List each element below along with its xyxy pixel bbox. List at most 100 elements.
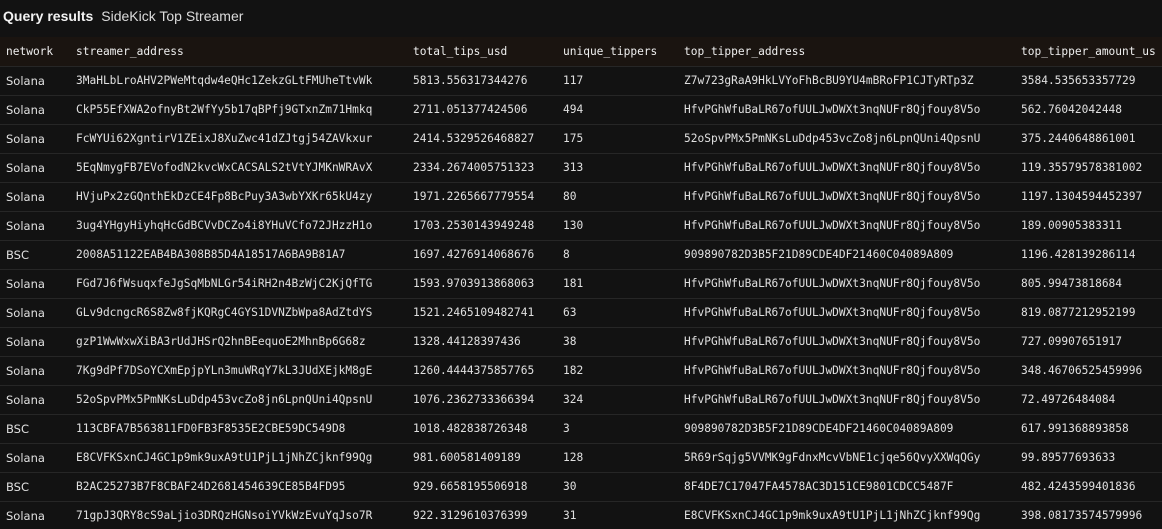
unique-tippers-cell: 38 bbox=[563, 335, 577, 348]
table-row[interactable]: BSC 113CBFA7B563811FD0FB3F8535E2CBE59DC54… bbox=[0, 414, 1162, 443]
network-cell: Solana bbox=[6, 334, 45, 349]
unique-tippers-cell: 117 bbox=[563, 74, 584, 87]
network-cell: Solana bbox=[6, 392, 45, 407]
top-tipper-address-cell: 909890782D3B5F21D89CDE4DF21460C04089A809 bbox=[684, 422, 954, 435]
top-tipper-address-cell: HfvPGhWfuBaLR67ofUULJwDWXt3nqNUFr8Qjfouy… bbox=[684, 219, 981, 232]
network-cell: Solana bbox=[6, 102, 45, 117]
top-tipper-amount-cell: 482.4243599401836 bbox=[1021, 480, 1136, 493]
total-tips-cell: 1018.482838726348 bbox=[413, 422, 528, 435]
top-tipper-address-cell: HfvPGhWfuBaLR67ofUULJwDWXt3nqNUFr8Qjfouy… bbox=[684, 393, 981, 406]
results-table-container[interactable]: network streamer_address total_tips_usd … bbox=[0, 37, 1162, 529]
total-tips-cell: 2334.2674005751323 bbox=[413, 161, 535, 174]
network-cell: Solana bbox=[6, 189, 45, 204]
column-header-unique-tippers[interactable]: unique_tippers bbox=[557, 37, 678, 67]
column-header-network[interactable]: network bbox=[0, 37, 70, 67]
total-tips-cell: 1593.9703913868063 bbox=[413, 277, 535, 290]
total-tips-cell: 981.600581409189 bbox=[413, 451, 521, 464]
top-tipper-address-cell: 8F4DE7C17047FA4578AC3D151CE9801CDCC5487F bbox=[684, 480, 954, 493]
top-tipper-amount-cell: 3584.535653357729 bbox=[1021, 74, 1136, 87]
network-cell: BSC bbox=[6, 421, 30, 436]
unique-tippers-cell: 175 bbox=[563, 132, 584, 145]
unique-tippers-cell: 80 bbox=[563, 190, 577, 203]
unique-tippers-cell: 182 bbox=[563, 364, 584, 377]
streamer-address-cell: gzP1WwWxwXiBA3rUdJHSrQ2hnBEequoE2MhnBp6G… bbox=[76, 335, 366, 348]
top-tipper-amount-cell: 727.09907651917 bbox=[1021, 335, 1123, 348]
top-tipper-amount-cell: 398.08173574579996 bbox=[1021, 509, 1143, 522]
total-tips-cell: 2414.5329526468827 bbox=[413, 132, 535, 145]
network-cell: BSC bbox=[6, 479, 30, 494]
total-tips-cell: 1076.2362733366394 bbox=[413, 393, 535, 406]
network-cell: Solana bbox=[6, 276, 45, 291]
total-tips-cell: 1328.44128397436 bbox=[413, 335, 521, 348]
streamer-address-cell: 7Kg9dPf7DSoYCXmEpjpYLn3muWRqY7kL3JUdXEjk… bbox=[76, 364, 373, 377]
total-tips-cell: 929.6658195506918 bbox=[413, 480, 528, 493]
table-row[interactable]: Solana FGd7J6fWsuqxfeJgSqMbNLGr54iRH2n4Bz… bbox=[0, 269, 1162, 298]
top-tipper-address-cell: Z7w723gRaA9HkLVYoFhBcBU9YU4mBRoFP1CJTyRT… bbox=[684, 74, 974, 87]
table-row[interactable]: Solana GLv9dcngcR6S8Zw8fjKQRgC4GYS1DVNZbW… bbox=[0, 298, 1162, 327]
top-tipper-amount-cell: 99.89577693633 bbox=[1021, 451, 1116, 464]
results-header: Query results SideKick Top Streamer bbox=[0, 0, 1162, 32]
unique-tippers-cell: 3 bbox=[563, 422, 570, 435]
table-row[interactable]: Solana gzP1WwWxwXiBA3rUdJHSrQ2hnBEequoE2M… bbox=[0, 327, 1162, 356]
column-header-top-tipper-amount[interactable]: top_tipper_amount_us bbox=[1015, 37, 1162, 67]
table-row[interactable]: Solana 3ug4YHgyHiyhqHcGdBCVvDCZo4i8YHuVCf… bbox=[0, 211, 1162, 240]
network-cell: Solana bbox=[6, 305, 45, 320]
top-tipper-address-cell: E8CVFKSxnCJ4GC1p9mk9uxA9tU1PjL1jNhZCjknf… bbox=[684, 509, 981, 522]
unique-tippers-cell: 8 bbox=[563, 248, 570, 261]
network-cell: Solana bbox=[6, 508, 45, 523]
streamer-address-cell: E8CVFKSxnCJ4GC1p9mk9uxA9tU1PjL1jNhZCjknf… bbox=[76, 451, 373, 464]
total-tips-cell: 5813.556317344276 bbox=[413, 74, 528, 87]
network-cell: Solana bbox=[6, 160, 45, 175]
table-row[interactable]: Solana 52oSpvPMx5PmNKsLuDdp453vcZo8jn6Lpn… bbox=[0, 385, 1162, 414]
unique-tippers-cell: 313 bbox=[563, 161, 584, 174]
column-header-top-tipper-address[interactable]: top_tipper_address bbox=[678, 37, 1015, 67]
column-header-total-tips-usd[interactable]: total_tips_usd bbox=[407, 37, 557, 67]
table-row[interactable]: Solana 71gpJ3QRY8cS9aLjio3DRQzHGNsoiYVkWz… bbox=[0, 501, 1162, 529]
top-tipper-amount-cell: 72.49726484084 bbox=[1021, 393, 1116, 406]
table-row[interactable]: BSC 2008A51122EAB4BA308B85D4A18517A6BA9B8… bbox=[0, 240, 1162, 269]
top-tipper-amount-cell: 375.2440648861001 bbox=[1021, 132, 1136, 145]
unique-tippers-cell: 30 bbox=[563, 480, 577, 493]
network-cell: Solana bbox=[6, 363, 45, 378]
unique-tippers-cell: 63 bbox=[563, 306, 577, 319]
streamer-address-cell: GLv9dcngcR6S8Zw8fjKQRgC4GYS1DVNZbWpa8AdZ… bbox=[76, 306, 373, 319]
top-tipper-address-cell: HfvPGhWfuBaLR67ofUULJwDWXt3nqNUFr8Qjfouy… bbox=[684, 277, 981, 290]
total-tips-cell: 1697.4276914068676 bbox=[413, 248, 535, 261]
top-tipper-amount-cell: 1197.1304594452397 bbox=[1021, 190, 1143, 203]
total-tips-cell: 1971.2265667779554 bbox=[413, 190, 535, 203]
network-cell: Solana bbox=[6, 218, 45, 233]
table-row[interactable]: Solana E8CVFKSxnCJ4GC1p9mk9uxA9tU1PjL1jNh… bbox=[0, 443, 1162, 472]
table-row[interactable]: Solana 7Kg9dPf7DSoYCXmEpjpYLn3muWRqY7kL3J… bbox=[0, 356, 1162, 385]
top-tipper-address-cell: HfvPGhWfuBaLR67ofUULJwDWXt3nqNUFr8Qjfouy… bbox=[684, 190, 981, 203]
unique-tippers-cell: 494 bbox=[563, 103, 584, 116]
streamer-address-cell: 5EqNmygFB7EVofodN2kvcWxCACSALS2tVtYJMKnW… bbox=[76, 161, 373, 174]
network-cell: Solana bbox=[6, 73, 45, 88]
streamer-address-cell: 3ug4YHgyHiyhqHcGdBCVvDCZo4i8YHuVCfo72JHz… bbox=[76, 219, 373, 232]
table-row[interactable]: Solana HVjuPx2zGQnthEkDzCE4Fp8BcPuy3A3wbY… bbox=[0, 182, 1162, 211]
table-row[interactable]: BSC B2AC25273B7F8CBAF24D2681454639CE85B4F… bbox=[0, 472, 1162, 501]
streamer-address-cell: B2AC25273B7F8CBAF24D2681454639CE85B4FD95 bbox=[76, 480, 346, 493]
top-tipper-address-cell: HfvPGhWfuBaLR67ofUULJwDWXt3nqNUFr8Qjfouy… bbox=[684, 161, 981, 174]
table-row[interactable]: Solana 5EqNmygFB7EVofodN2kvcWxCACSALS2tVt… bbox=[0, 153, 1162, 182]
streamer-address-cell: 3MaHLbLroAHV2PWeMtqdw4eQHc1ZekzGLtFMUheT… bbox=[76, 74, 373, 87]
streamer-address-cell: 71gpJ3QRY8cS9aLjio3DRQzHGNsoiYVkWzEvuYqJ… bbox=[76, 509, 373, 522]
column-header-streamer-address[interactable]: streamer_address bbox=[70, 37, 407, 67]
top-tipper-amount-cell: 805.99473818684 bbox=[1021, 277, 1123, 290]
streamer-address-cell: HVjuPx2zGQnthEkDzCE4Fp8BcPuy3A3wbYXKr65k… bbox=[76, 190, 373, 203]
top-tipper-amount-cell: 189.00905383311 bbox=[1021, 219, 1123, 232]
top-tipper-amount-cell: 1196.428139286114 bbox=[1021, 248, 1136, 261]
total-tips-cell: 2711.051377424506 bbox=[413, 103, 528, 116]
unique-tippers-cell: 130 bbox=[563, 219, 584, 232]
streamer-address-cell: FcWYUi62XgntirV1ZEixJ8XuZwc41dZJtgj54ZAV… bbox=[76, 132, 373, 145]
table-row[interactable]: Solana FcWYUi62XgntirV1ZEixJ8XuZwc41dZJtg… bbox=[0, 124, 1162, 153]
table-row[interactable]: Solana CkP55EfXWA2ofnyBt2WfYy5b17qBPfj9GT… bbox=[0, 95, 1162, 124]
top-tipper-amount-cell: 119.35579578381002 bbox=[1021, 161, 1143, 174]
streamer-address-cell: 113CBFA7B563811FD0FB3F8535E2CBE59DC549D8 bbox=[76, 422, 346, 435]
streamer-address-cell: FGd7J6fWsuqxfeJgSqMbNLGr54iRH2n4BzWjC2Kj… bbox=[76, 277, 373, 290]
table-row[interactable]: Solana 3MaHLbLroAHV2PWeMtqdw4eQHc1ZekzGLt… bbox=[0, 66, 1162, 95]
query-name[interactable]: SideKick Top Streamer bbox=[101, 8, 243, 24]
top-tipper-address-cell: HfvPGhWfuBaLR67ofUULJwDWXt3nqNUFr8Qjfouy… bbox=[684, 364, 981, 377]
streamer-address-cell: CkP55EfXWA2ofnyBt2WfYy5b17qBPfj9GTxnZm71… bbox=[76, 103, 373, 116]
results-table: network streamer_address total_tips_usd … bbox=[0, 37, 1162, 529]
total-tips-cell: 1260.4444375857765 bbox=[413, 364, 535, 377]
